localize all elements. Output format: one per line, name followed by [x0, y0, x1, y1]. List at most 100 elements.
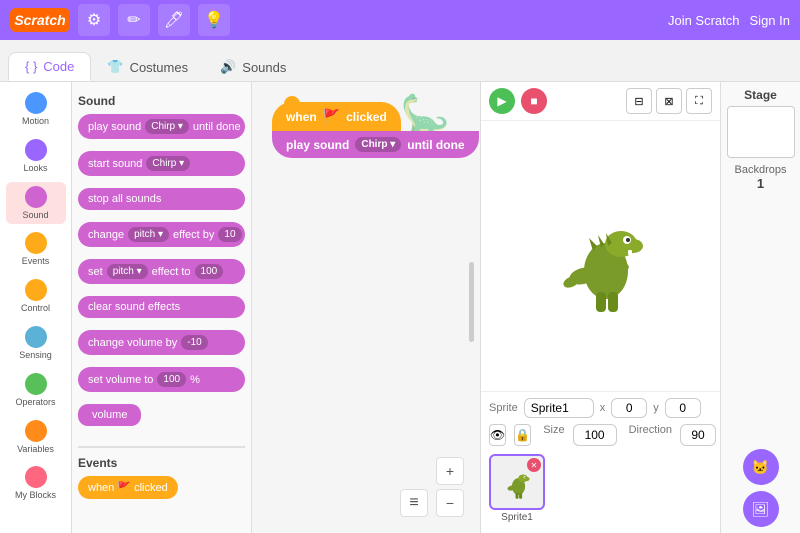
block-volume-reporter[interactable]: volume: [78, 404, 141, 426]
code-icon: { }: [25, 59, 37, 74]
zoom-controls: + −: [436, 457, 464, 517]
clicked-label: clicked: [346, 110, 387, 124]
stage-area: ▶ ■ ⊟ ⊠ ⛶: [480, 82, 720, 533]
y-label: y: [653, 402, 659, 414]
join-scratch-link[interactable]: Join Scratch: [668, 13, 740, 28]
stop-button[interactable]: ■: [521, 88, 547, 114]
sounds-icon: 🔊: [220, 59, 236, 75]
sidebar-item-events[interactable]: Events: [6, 228, 66, 271]
add-sprite-button[interactable]: 🐱: [743, 449, 779, 485]
backdrops-label: Backdrops: [727, 164, 794, 176]
variables-dot: [25, 420, 47, 442]
y-input[interactable]: [665, 398, 701, 418]
fullscreen-button[interactable]: ⛶: [686, 88, 712, 114]
sidebar-item-motion[interactable]: Motion: [6, 88, 66, 131]
scroll-indicator: [469, 262, 474, 342]
sprite-icon-row: 👁 🔒 Size Direction: [489, 424, 712, 446]
when-label: when: [286, 110, 317, 124]
bulb-button[interactable]: 💡: [198, 4, 230, 36]
pen-button[interactable]: 🖊: [158, 4, 190, 36]
separator-button[interactable]: ≡: [400, 489, 428, 517]
sidebar-item-operators[interactable]: Operators: [6, 369, 66, 412]
code-canvas: 🦕 when 🚩 clicked play sound Chirp ▾ unti…: [252, 82, 480, 533]
zoom-out-button[interactable]: −: [436, 489, 464, 517]
backdrops-count: 1: [727, 176, 794, 191]
categories-sidebar: Motion Looks Sound Events Control Sensin…: [0, 82, 72, 533]
main-layout: Motion Looks Sound Events Control Sensin…: [0, 82, 800, 533]
when-flag-clicked-block[interactable]: when 🚩 clicked: [272, 102, 401, 131]
green-flag-button[interactable]: ▶: [489, 88, 515, 114]
stage-panel-title: Stage: [727, 88, 794, 102]
size-label: Size: [543, 424, 564, 446]
sprite-list: ✕ Sprite1: [489, 450, 712, 527]
dino-sprite: [551, 196, 651, 316]
block-start-sound[interactable]: start sound Chirp ▾: [78, 151, 245, 176]
sprite-thumb-sprite1[interactable]: ✕: [489, 454, 545, 510]
block-play-sound-until-done[interactable]: play sound Chirp ▾ until done: [78, 114, 245, 139]
sidebar-item-looks[interactable]: Looks: [6, 135, 66, 178]
costumes-icon: 👕: [107, 59, 123, 75]
block-set-volume[interactable]: set volume to 100 %: [78, 367, 245, 392]
events-title: Events: [78, 456, 245, 470]
scratch-logo[interactable]: Scratch: [10, 8, 70, 32]
stage-controls: ▶ ■ ⊟ ⊠ ⛶: [481, 82, 720, 121]
sidebar-item-control[interactable]: Control: [6, 275, 66, 318]
layout-large-button[interactable]: ⊠: [656, 88, 682, 114]
stage-mini-preview[interactable]: [727, 106, 795, 158]
block-when-flag-clicked[interactable]: when 🚩 clicked: [78, 476, 178, 499]
blocks-panel: Sound play sound Chirp ▾ until done star…: [72, 82, 252, 533]
size-input[interactable]: [573, 424, 617, 446]
sprite-thumb-label: Sprite1: [489, 512, 545, 523]
control-dot: [25, 279, 47, 301]
myblocks-dot: [25, 466, 47, 488]
play-sound-block[interactable]: play sound Chirp ▾ until done: [272, 131, 479, 158]
edit-button[interactable]: ✏: [118, 4, 150, 36]
sprite-name-row: Sprite x y: [489, 398, 712, 418]
zoom-in-button[interactable]: +: [436, 457, 464, 485]
top-nav: Scratch ⚙ ✏ 🖊 💡 Join Scratch Sign In: [0, 0, 800, 40]
sprite-name-input[interactable]: [524, 398, 594, 418]
direction-input[interactable]: [680, 424, 716, 446]
lock-toggle[interactable]: 🔒: [514, 424, 531, 446]
add-backdrop-button[interactable]: 🖼: [743, 491, 779, 527]
block-stop-all-sounds[interactable]: stop all sounds: [78, 188, 245, 210]
sidebar-item-variables[interactable]: Variables: [6, 416, 66, 459]
direction-label: Direction: [629, 424, 672, 446]
until-done-label: until done: [407, 138, 464, 152]
sprite-info-panel: Sprite x y 👁 🔒 Size Direction ✕: [481, 391, 720, 533]
flag-icon: 🚩: [323, 108, 340, 125]
tab-costumes[interactable]: 👕 Costumes: [91, 53, 204, 81]
operators-dot: [25, 373, 47, 395]
play-sound-label: play sound: [286, 138, 349, 152]
code-area[interactable]: 🦕 when 🚩 clicked play sound Chirp ▾ unti…: [252, 82, 480, 533]
looks-dot: [25, 139, 47, 161]
sound-dot: [25, 186, 47, 208]
sidebar-item-myblocks[interactable]: My Blocks: [6, 462, 66, 505]
code-blocks-group[interactable]: when 🚩 clicked play sound Chirp ▾ until …: [272, 102, 480, 158]
x-label: x: [600, 402, 606, 414]
visibility-toggle[interactable]: 👁: [489, 424, 506, 446]
stage-layout-buttons: ⊟ ⊠ ⛶: [626, 88, 712, 114]
motion-dot: [25, 92, 47, 114]
sprite-label: Sprite: [489, 402, 518, 414]
sign-in-link[interactable]: Sign In: [750, 13, 790, 28]
block-clear-sound-effects[interactable]: clear sound effects: [78, 296, 245, 318]
stage-canvas: [481, 121, 720, 391]
events-dot: [25, 232, 47, 254]
layout-small-button[interactable]: ⊟: [626, 88, 652, 114]
tab-code[interactable]: { } Code: [8, 52, 91, 81]
block-change-pitch-effect[interactable]: change pitch ▾ effect by 10: [78, 222, 245, 247]
sidebar-item-sensing[interactable]: Sensing: [6, 322, 66, 365]
sensing-dot: [25, 326, 47, 348]
tab-sounds[interactable]: 🔊 Sounds: [204, 53, 302, 81]
sprite-delete-button[interactable]: ✕: [527, 458, 541, 472]
sound-section-title: Sound: [78, 94, 245, 108]
sidebar-item-sound[interactable]: Sound: [6, 182, 66, 225]
events-section: Events when 🚩 clicked: [78, 446, 245, 505]
block-change-volume[interactable]: change volume by -10: [78, 330, 245, 355]
tab-bar: { } Code 👕 Costumes 🔊 Sounds: [0, 40, 800, 82]
x-input[interactable]: [611, 398, 647, 418]
gear-button[interactable]: ⚙: [78, 4, 110, 36]
block-set-pitch-effect[interactable]: set pitch ▾ effect to 100: [78, 259, 245, 284]
right-panel: Stage Backdrops 1 🐱 🖼: [720, 82, 800, 533]
